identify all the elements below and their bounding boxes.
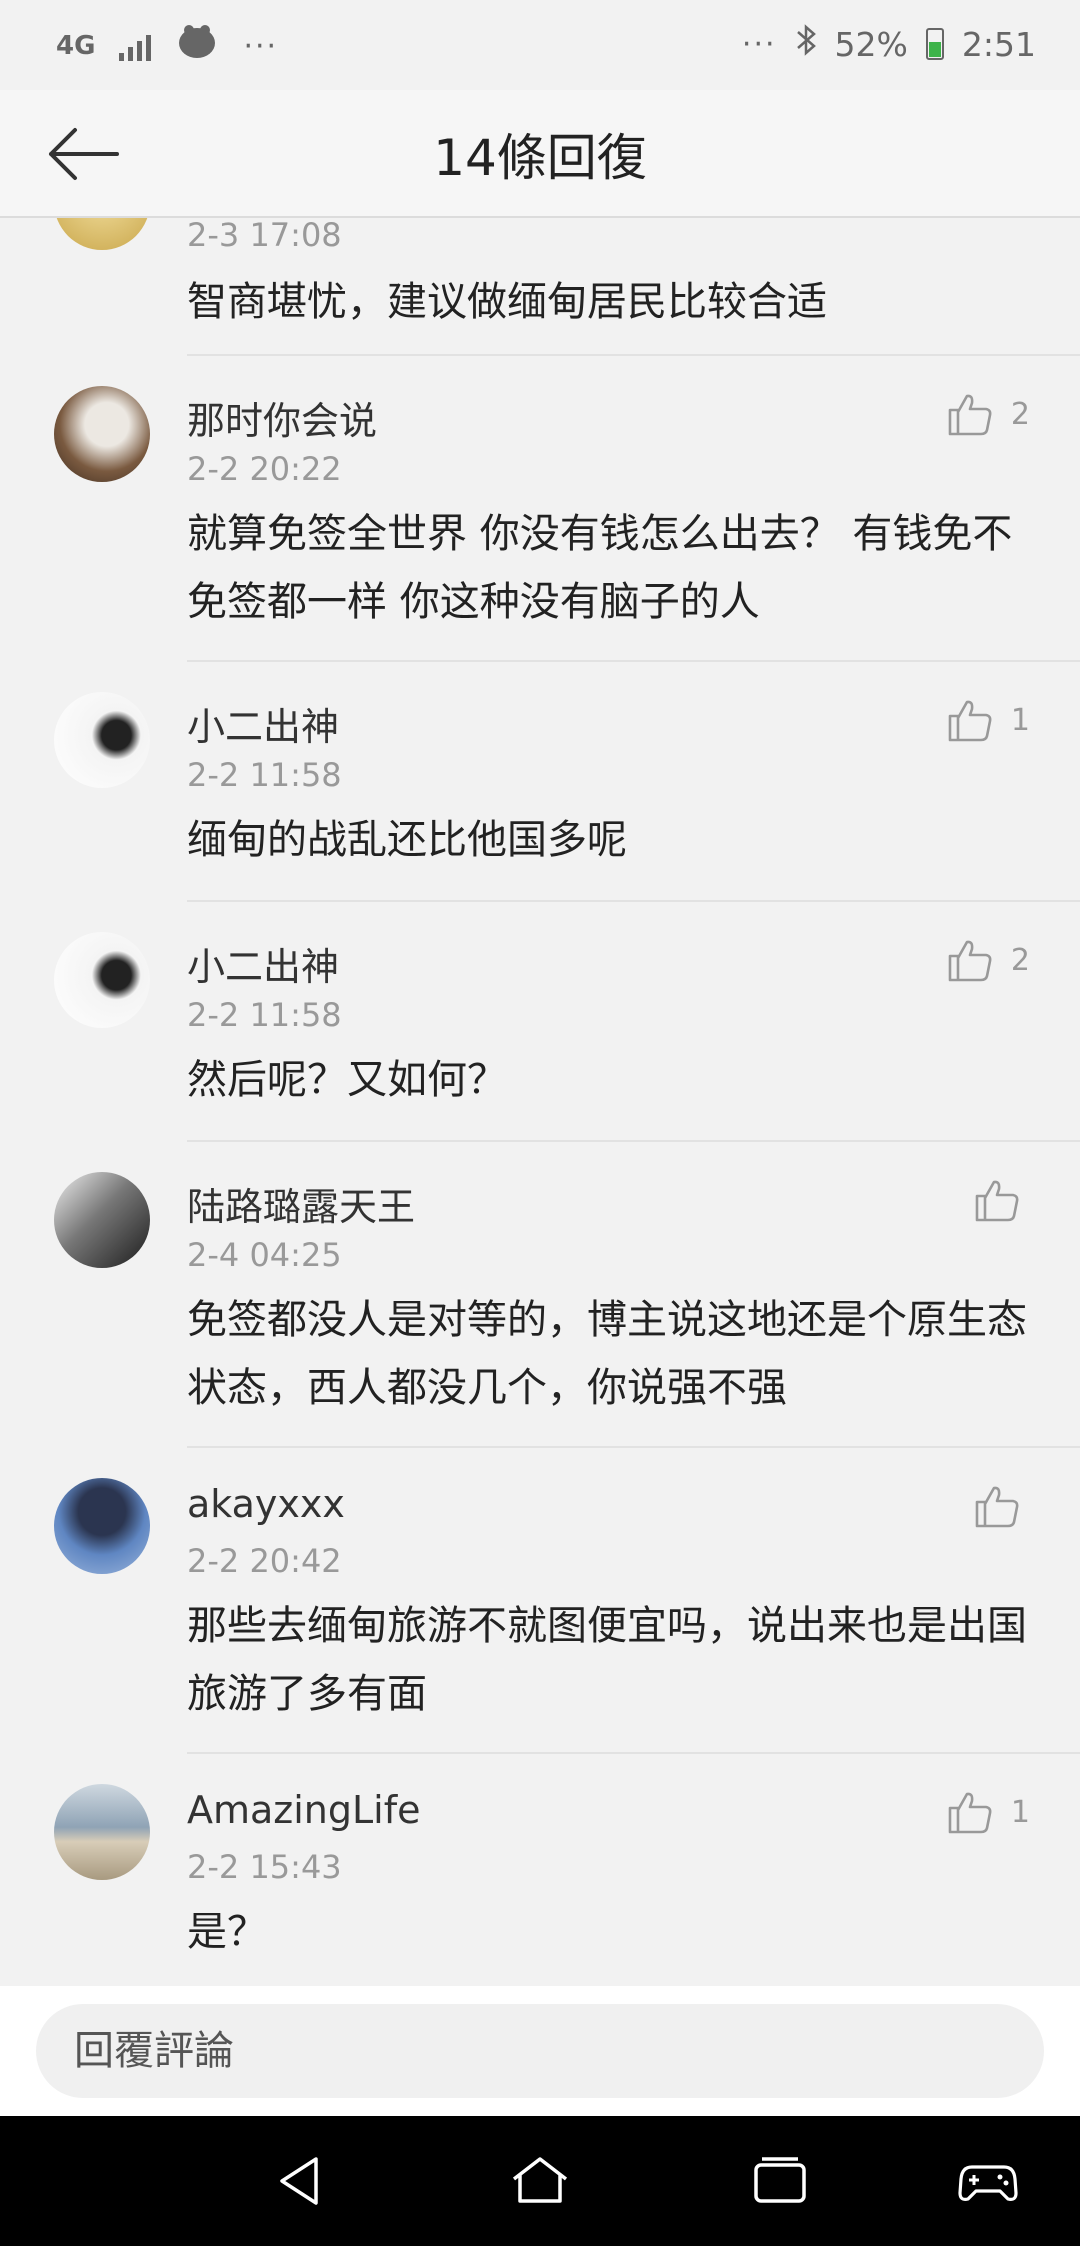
comment-author[interactable]: 那时你会说	[187, 390, 377, 445]
reply-bar	[0, 1986, 1080, 2116]
divider	[187, 660, 1080, 662]
network-type: 4G	[56, 31, 96, 61]
avatar[interactable]	[54, 932, 150, 1028]
nav-back-button[interactable]	[268, 2149, 332, 2213]
like-button[interactable]: 2	[947, 392, 1030, 436]
comment-time: 2-4 04:25	[187, 1236, 342, 1274]
divider	[187, 1446, 1080, 1448]
like-count: 2	[1010, 396, 1030, 432]
comment-text: 然后呢？又如何？	[187, 1057, 507, 1103]
comment-list[interactable]: 2-3 17:08 智商堪忧，建议做缅甸居民比较合适 那时你会说 2 2-2 2…	[0, 218, 1080, 1986]
signal-icon	[119, 31, 152, 61]
battery-icon	[925, 28, 944, 60]
page-title: 14條回復	[433, 129, 647, 187]
comment-author[interactable]: 陆路璐露天王	[187, 1176, 415, 1231]
like-button[interactable]: 2	[947, 938, 1030, 982]
thumbs-up-icon	[975, 1486, 1019, 1528]
avatar[interactable]	[54, 1478, 150, 1574]
comment-text: 是？	[187, 1909, 267, 1955]
comment-time: 2-3 17:08	[187, 218, 342, 254]
thumbs-up-icon	[948, 1792, 992, 1834]
comment-author[interactable]: akayxxx	[187, 1482, 345, 1526]
comment-text: 就算免签全世界 你没有钱怎么出去？ 有钱免不免签都一样 你这种没有脑子的人	[187, 511, 1013, 625]
divider	[187, 1140, 1080, 1142]
like-count: 1	[1010, 702, 1030, 738]
gamepad-icon	[958, 2165, 1018, 2201]
status-left: 4G ···	[56, 22, 278, 70]
like-count: 1	[1010, 1794, 1030, 1830]
more-notifications-icon: ···	[243, 28, 279, 64]
comment-time: 2-2 11:58	[187, 996, 342, 1034]
comment-time: 2-2 15:43	[187, 1848, 342, 1886]
battery-percent: 52%	[834, 24, 908, 64]
avatar[interactable]	[54, 1784, 150, 1880]
avatar[interactable]	[54, 386, 150, 482]
notification-icon	[175, 22, 219, 70]
thumbs-up-icon	[975, 1180, 1019, 1222]
thumbs-up-icon	[948, 394, 992, 436]
like-button[interactable]: 1	[947, 1790, 1030, 1834]
comment-time: 2-2 11:58	[187, 756, 342, 794]
header: 14條回復	[0, 90, 1080, 218]
comment-time: 2-2 20:22	[187, 450, 342, 488]
comment-text: 智商堪忧，建议做缅甸居民比较合适	[187, 279, 827, 325]
home-icon	[512, 2157, 568, 2203]
thumbs-up-icon	[948, 940, 992, 982]
comment-text: 免签都没人是对等的，博主说这地还是个原生态状态，西人都没几个，你说强不强	[187, 1297, 1027, 1411]
clock: 2:51	[961, 24, 1036, 64]
comment-author[interactable]: 小二出神	[187, 936, 339, 991]
comment-text: 缅甸的战乱还比他国多呢	[187, 817, 627, 863]
divider	[187, 900, 1080, 902]
avatar[interactable]	[54, 1172, 150, 1268]
bluetooth-icon	[795, 22, 817, 66]
triangle-back-icon	[280, 2157, 318, 2205]
recents-icon	[754, 2157, 806, 2203]
avatar[interactable]	[54, 692, 150, 788]
navigation-bar	[0, 2116, 1080, 2246]
comment-text: 那些去缅甸旅游不就图便宜吗，说出来也是出国旅游了多有面	[187, 1603, 1027, 1717]
nav-home-button[interactable]	[508, 2149, 572, 2213]
divider	[187, 1752, 1080, 1754]
like-button[interactable]: 1	[947, 698, 1030, 742]
nav-game-button[interactable]	[956, 2149, 1020, 2213]
comment-time: 2-2 20:42	[187, 1542, 342, 1580]
more-status-icon: ···	[741, 26, 777, 62]
like-count: 2	[1010, 942, 1030, 978]
status-right: ··· 52% 2:51	[742, 22, 1036, 66]
divider	[187, 354, 1080, 356]
like-button[interactable]	[974, 1484, 1020, 1528]
comment-author[interactable]: AmazingLife	[187, 1788, 421, 1832]
thumbs-up-icon	[948, 700, 992, 742]
reply-input[interactable]	[36, 2004, 1044, 2098]
avatar[interactable]	[54, 218, 150, 250]
comment-author[interactable]: 小二出神	[187, 696, 339, 751]
nav-recents-button[interactable]	[748, 2149, 812, 2213]
status-bar: 4G ··· ··· 52% 2:51	[0, 0, 1080, 90]
like-button[interactable]	[974, 1178, 1020, 1222]
